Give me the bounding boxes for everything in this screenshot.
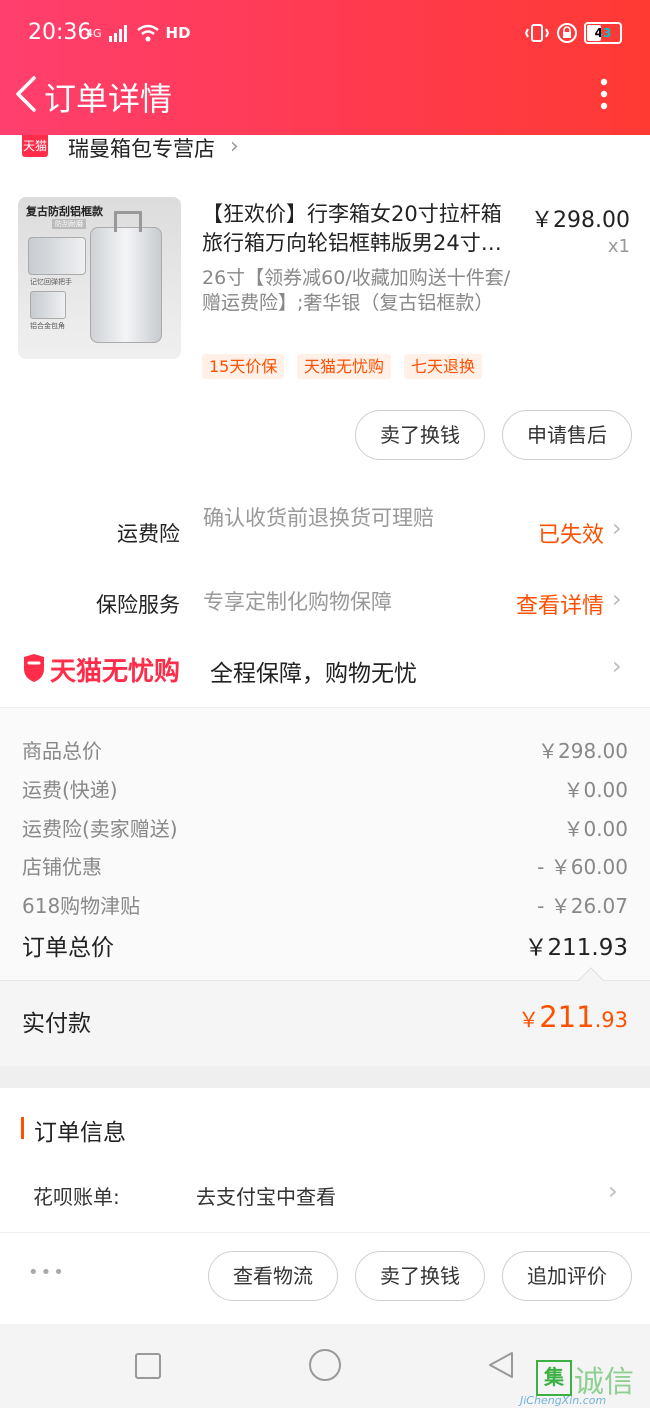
add-review-button[interactable]: 追加评价 bbox=[502, 1251, 632, 1301]
huabei-label: 花呗账单: bbox=[33, 1185, 120, 1209]
summary-value: - ￥60.00 bbox=[537, 855, 628, 879]
sell-for-cash-button[interactable]: 卖了换钱 bbox=[355, 1251, 485, 1301]
product-title[interactable]: 【狂欢价】行李箱女20寸拉杆箱旅行箱万向轮铝框韩版男24寸密码皮箱 bbox=[202, 200, 522, 258]
order-info-title: 订单信息 bbox=[34, 1120, 126, 1146]
paid-integer: 211 bbox=[539, 1000, 595, 1034]
paid-label: 实付款 bbox=[22, 1011, 91, 1037]
product-price: ￥298.00 bbox=[531, 208, 630, 233]
order-total-label: 订单总价 bbox=[22, 935, 114, 961]
home-icon[interactable] bbox=[308, 1348, 342, 1382]
sell-for-cash-button[interactable]: 卖了换钱 bbox=[355, 410, 485, 460]
status-time: 20:36 bbox=[28, 20, 92, 45]
insurance-details-link[interactable]: 查看详情 bbox=[516, 588, 604, 620]
suitcase-handle-shape bbox=[114, 211, 142, 232]
summary-value: ￥0.00 bbox=[563, 778, 628, 802]
summary-label: 618购物津贴 bbox=[22, 894, 141, 918]
product-sku: 26寸【领券减60/收藏加购送十件套/赠运费险】;奢华银（复古铝框款） bbox=[202, 267, 511, 314]
back-arrow-icon[interactable] bbox=[10, 74, 40, 114]
worry-free-brand: 天猫无忧购 bbox=[50, 657, 181, 687]
summary-label: 运费险(卖家赠送) bbox=[22, 817, 178, 841]
shield-icon bbox=[24, 654, 44, 682]
shop-name[interactable]: 瑞曼箱包专营店 bbox=[68, 133, 215, 163]
product-quantity: x1 bbox=[607, 236, 630, 257]
product-image-caption: 复古防刮铝框款 bbox=[26, 205, 103, 218]
pointer-caret-icon bbox=[578, 967, 604, 981]
paid-amount: ￥211.93 bbox=[518, 1000, 628, 1034]
alarm-lock-icon bbox=[557, 23, 577, 43]
tmall-badge: 天猫 bbox=[22, 135, 48, 157]
chevron-right-icon: › bbox=[608, 1177, 618, 1205]
insurance-service-desc: 专享定制化购物保障 bbox=[203, 590, 392, 614]
recent-apps-icon[interactable] bbox=[134, 1352, 162, 1380]
suitcase-corner-shape bbox=[30, 291, 66, 319]
summary-value: ￥0.00 bbox=[563, 817, 628, 841]
product-image-label: 防刮耐磨 bbox=[52, 219, 86, 229]
more-actions-icon[interactable]: ••• bbox=[28, 1262, 66, 1283]
freight-insurance-label: 运费险 bbox=[117, 522, 180, 546]
paid-decimal: .93 bbox=[594, 1008, 628, 1032]
worry-free-text: 全程保障，购物无忧 bbox=[210, 661, 417, 687]
product-image-label: 铝合金包角 bbox=[30, 322, 65, 330]
watermark-logo: 集 bbox=[536, 1360, 572, 1396]
product-image-label: 记忆回弹把手 bbox=[30, 278, 72, 286]
page-title: 订单详情 bbox=[44, 80, 173, 118]
network-type: 4G bbox=[86, 26, 102, 40]
freight-insurance-desc: 确认收货前退换货可理赔 bbox=[203, 506, 434, 530]
chevron-right-icon: › bbox=[612, 514, 622, 542]
signal-icon bbox=[108, 25, 127, 42]
tag-worry-free: 天猫无忧购 bbox=[297, 354, 392, 379]
hd-icon: HD bbox=[165, 24, 191, 42]
battery-level: 43 bbox=[594, 26, 612, 40]
wifi-icon bbox=[136, 24, 159, 42]
back-triangle-icon[interactable] bbox=[486, 1350, 516, 1380]
section-divider bbox=[0, 1066, 650, 1088]
tag-price-protect: 15天价保 bbox=[202, 354, 285, 379]
chevron-right-icon: › bbox=[230, 134, 239, 159]
tag-seven-day-return: 七天退换 bbox=[404, 354, 483, 379]
insurance-service-label: 保险服务 bbox=[96, 593, 180, 617]
apply-after-sales-button[interactable]: 申请售后 bbox=[502, 410, 632, 460]
order-total-value: ￥211.93 bbox=[524, 935, 628, 961]
chevron-right-icon: › bbox=[612, 585, 622, 613]
summary-value: - ￥26.07 bbox=[537, 894, 628, 918]
section-accent-bar bbox=[21, 1117, 24, 1139]
more-options-icon[interactable] bbox=[592, 74, 616, 114]
summary-label: 运费(快递) bbox=[22, 778, 118, 802]
watermark-url: JiChengXin.com bbox=[520, 1394, 607, 1407]
summary-value: ￥298.00 bbox=[538, 739, 628, 763]
view-logistics-button[interactable]: 查看物流 bbox=[208, 1251, 338, 1301]
suitcase-small-shape bbox=[28, 237, 86, 275]
vibrate-icon bbox=[524, 24, 550, 42]
huabei-value[interactable]: 去支付宝中查看 bbox=[196, 1181, 336, 1210]
product-image[interactable]: 复古防刮铝框款 防刮耐磨 记忆回弹把手 铝合金包角 bbox=[18, 197, 181, 359]
paid-currency: ￥ bbox=[518, 1008, 540, 1032]
summary-label: 商品总价 bbox=[22, 739, 102, 763]
status-bar: 20:36 4G HD 43 bbox=[0, 0, 650, 68]
freight-insurance-status: 已失效 bbox=[538, 523, 605, 548]
battery-icon: 43 bbox=[584, 22, 622, 44]
summary-label: 店铺优惠 bbox=[22, 855, 102, 879]
suitcase-front-shape bbox=[90, 227, 162, 343]
chevron-right-icon: › bbox=[612, 652, 622, 680]
